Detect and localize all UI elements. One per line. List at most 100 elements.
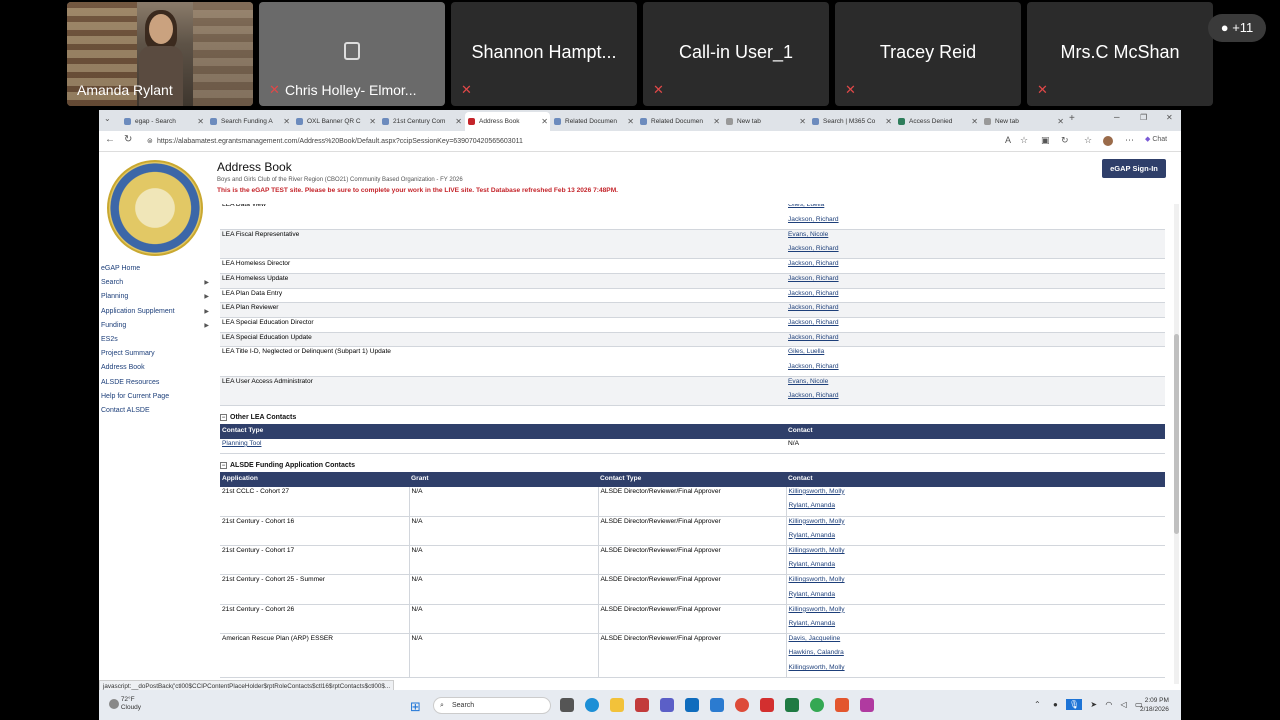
page-scrollbar[interactable]: [1174, 204, 1179, 684]
participant-tile[interactable]: ✕ Chris Holley- Elmor...: [259, 2, 445, 106]
scrollbar-thumb[interactable]: [1174, 334, 1179, 534]
file-explorer-icon[interactable]: [610, 698, 624, 712]
taskbar-clock[interactable]: 2:09 PM 2/18/2026: [1140, 696, 1169, 714]
contact-link[interactable]: Killingsworth, Molly: [789, 576, 845, 583]
nav-item-es2s[interactable]: ES2s: [101, 333, 211, 347]
column-header[interactable]: Contact Type: [220, 424, 786, 439]
wifi-icon[interactable]: ◠: [1105, 700, 1112, 709]
close-tab-icon[interactable]: ✕: [197, 112, 204, 131]
nav-item-funding[interactable]: Funding ▶: [101, 319, 211, 333]
contact-link[interactable]: Jackson, Richard: [788, 290, 839, 297]
participant-tile-video[interactable]: Amanda Rylant: [67, 2, 253, 106]
column-header[interactable]: Grant: [409, 472, 598, 487]
chrome-icon[interactable]: [735, 698, 749, 712]
browser-tab[interactable]: OXL Banner QR C ✕: [293, 112, 378, 131]
contact-link[interactable]: Jackson, Richard: [788, 275, 839, 282]
contact-link[interactable]: Jackson, Richard: [788, 260, 839, 267]
contact-link[interactable]: Giles, Luella: [788, 204, 824, 208]
favorite-star-icon[interactable]: ☆: [1020, 135, 1028, 146]
app-tray-icon[interactable]: ●: [1053, 700, 1058, 709]
browser-tab[interactable]: 21st Century Com ✕: [379, 112, 464, 131]
restore-icon[interactable]: ❐: [1140, 113, 1147, 122]
browser-tab[interactable]: Access Denied ✕: [895, 112, 980, 131]
participant-tile[interactable]: Call-in User_1 ✕: [643, 2, 829, 106]
teams-icon[interactable]: [660, 698, 674, 712]
browser-tab[interactable]: New tab ✕: [723, 112, 808, 131]
egap-sign-in-button[interactable]: eGAP Sign-In: [1102, 159, 1166, 178]
edge-icon[interactable]: [585, 698, 599, 712]
back-icon[interactable]: ←: [105, 134, 115, 145]
tab-list-chevron-icon[interactable]: ⌄: [104, 114, 111, 123]
contact-link[interactable]: Rylant, Amanda: [789, 620, 836, 627]
contact-link[interactable]: Rylant, Amanda: [789, 532, 836, 539]
task-view-icon[interactable]: [560, 698, 574, 712]
favorites-icon[interactable]: ☆: [1084, 135, 1092, 146]
close-tab-icon[interactable]: ✕: [541, 112, 548, 131]
nav-item-alsde-resources[interactable]: ALSDE Resources: [101, 376, 211, 390]
contact-link[interactable]: Rylant, Amanda: [789, 591, 836, 598]
more-menu-icon[interactable]: ⋯: [1125, 135, 1134, 146]
close-tab-icon[interactable]: ✕: [1057, 112, 1064, 131]
participant-tile[interactable]: Mrs.C McShan ✕: [1027, 2, 1213, 106]
acrobat-icon[interactable]: [760, 698, 774, 712]
microphone-icon[interactable]: 🎙: [1066, 699, 1083, 710]
close-window-icon[interactable]: ✕: [1166, 113, 1173, 122]
nav-item-help[interactable]: Help for Current Page: [101, 390, 211, 404]
close-tab-icon[interactable]: ✕: [885, 112, 892, 131]
contact-link[interactable]: Killingsworth, Molly: [789, 518, 845, 525]
contact-link[interactable]: Davis, Jacqueline: [789, 635, 841, 642]
contact-link[interactable]: Jackson, Richard: [788, 334, 839, 341]
show-hidden-icons-icon[interactable]: ⌃: [1034, 700, 1041, 709]
read-aloud-icon[interactable]: A: [1005, 135, 1011, 145]
participant-tile[interactable]: Tracey Reid ✕: [835, 2, 1021, 106]
close-tab-icon[interactable]: ✕: [971, 112, 978, 131]
contact-link[interactable]: Evans, Nicole: [788, 378, 828, 385]
nav-item-planning[interactable]: Planning ▶: [101, 290, 211, 304]
minimize-icon[interactable]: –: [1114, 112, 1120, 123]
volume-icon[interactable]: ◁: [1121, 700, 1127, 709]
nav-item-application-supplement[interactable]: Application Supplement ▶: [101, 305, 211, 319]
url-field[interactable]: ⊜ https://alabamatest.egrantsmanagement.…: [145, 134, 995, 149]
contact-type-link[interactable]: Planning Tool: [222, 440, 261, 447]
refresh-extension-icon[interactable]: ↻: [1061, 135, 1069, 146]
collapse-toggle-icon[interactable]: −: [220, 462, 227, 470]
more-participants-button[interactable]: ● +11: [1208, 14, 1266, 42]
nav-item-address-book[interactable]: Address Book: [101, 361, 211, 375]
contact-link[interactable]: Killingsworth, Molly: [789, 488, 845, 495]
new-tab-icon[interactable]: +: [1069, 113, 1075, 124]
app-icon[interactable]: [810, 698, 824, 712]
profile-avatar[interactable]: [1103, 136, 1113, 146]
contact-link[interactable]: Jackson, Richard: [788, 245, 839, 252]
column-header[interactable]: Contact Type: [598, 472, 786, 487]
taskbar-search-box[interactable]: ⌕ Search: [433, 697, 551, 714]
refresh-icon[interactable]: ↻: [124, 134, 132, 145]
column-header[interactable]: Contact: [786, 472, 1165, 487]
nav-item-egap-home[interactable]: eGAP Home: [101, 262, 211, 276]
browser-tab[interactable]: Related Documen ✕: [551, 112, 636, 131]
close-tab-icon[interactable]: ✕: [713, 112, 720, 131]
split-screen-icon[interactable]: ▣: [1041, 135, 1050, 146]
contact-link[interactable]: Evans, Nicole: [788, 231, 828, 238]
contact-link[interactable]: Jackson, Richard: [788, 363, 839, 370]
windows-start-icon[interactable]: ⊞: [410, 699, 421, 715]
weather-widget[interactable]: 72°F Cloudy: [109, 696, 141, 712]
close-tab-icon[interactable]: ✕: [369, 112, 376, 131]
column-header[interactable]: Contact: [786, 424, 1165, 439]
contact-link[interactable]: Rylant, Amanda: [789, 502, 836, 509]
participant-tile[interactable]: Shannon Hampt... ✕: [451, 2, 637, 106]
close-tab-icon[interactable]: ✕: [799, 112, 806, 131]
browser-tab[interactable]: egap - Search ✕: [121, 112, 206, 131]
contact-link[interactable]: Killingsworth, Molly: [789, 664, 845, 671]
app-icon[interactable]: [860, 698, 874, 712]
excel-icon[interactable]: [785, 698, 799, 712]
copilot-chat-button[interactable]: ◆ Chat: [1145, 135, 1167, 143]
browser-tab[interactable]: Search | M365 Co ✕: [809, 112, 894, 131]
contact-link[interactable]: Killingsworth, Molly: [789, 547, 845, 554]
location-icon[interactable]: ➤: [1090, 700, 1097, 709]
contact-link[interactable]: Jackson, Richard: [788, 392, 839, 399]
app-icon[interactable]: [710, 698, 724, 712]
column-header[interactable]: Application: [220, 472, 409, 487]
contact-link[interactable]: Jackson, Richard: [788, 304, 839, 311]
site-info-icon[interactable]: ⊜: [147, 134, 153, 149]
browser-tab[interactable]: New tab ✕: [981, 112, 1066, 131]
